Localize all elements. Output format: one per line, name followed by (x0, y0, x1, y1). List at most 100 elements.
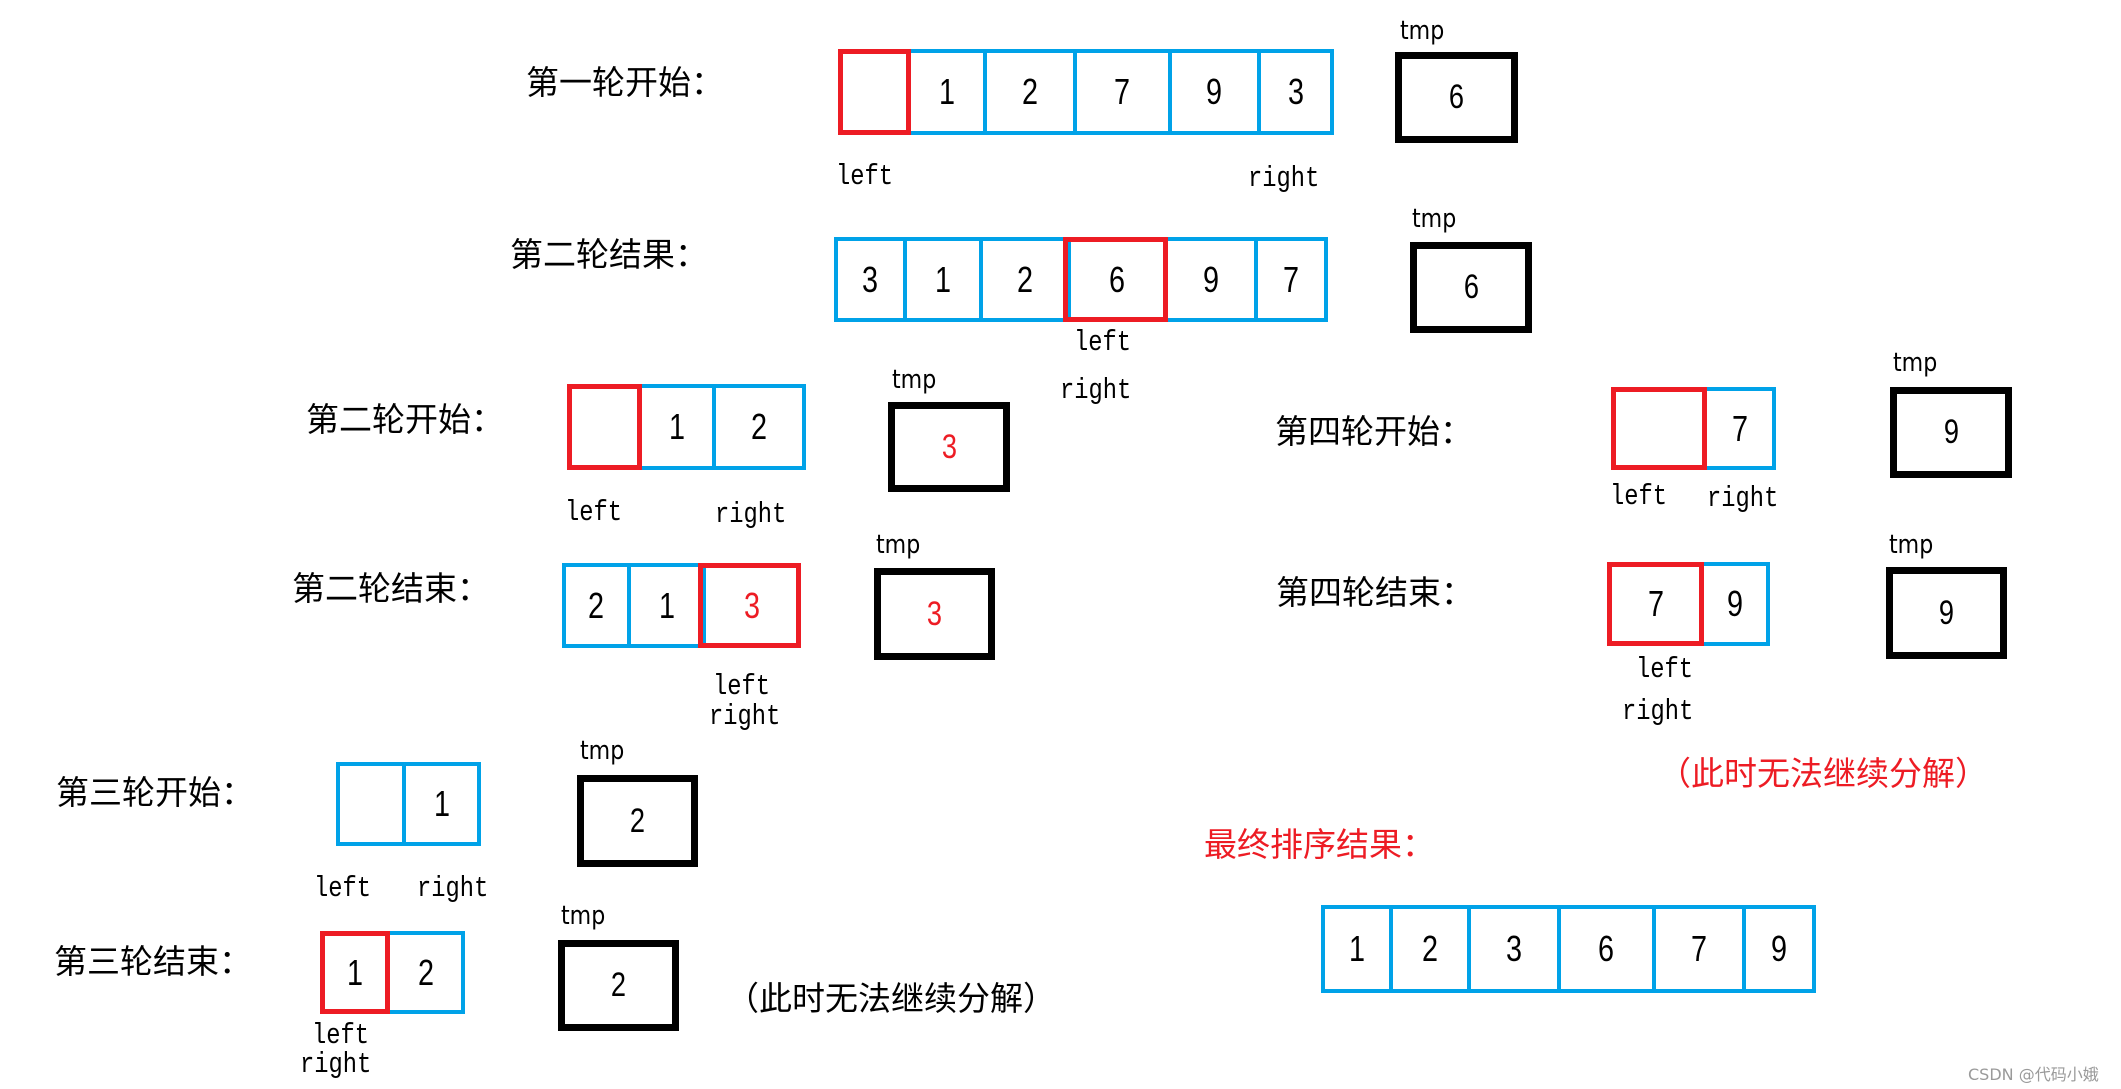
array-cell: 9 (1163, 241, 1255, 318)
right-pointer: right (715, 498, 787, 531)
tmp-box: 2 (558, 940, 679, 1031)
step-label: 第二轮结束： (292, 569, 490, 608)
cell-value: 3 (862, 258, 879, 300)
cell-value: 2 (1016, 258, 1033, 300)
cell-value: 7 (1731, 407, 1748, 449)
left-pointer: left (713, 670, 771, 703)
step-label: 第一轮开始： (526, 63, 724, 102)
array-cell: 2 (978, 241, 1068, 318)
array-cell-highlighted (838, 49, 911, 135)
step-label: 第四轮结束： (1276, 573, 1474, 612)
tmp-box: 6 (1395, 52, 1518, 143)
tmp-box: 9 (1886, 567, 2007, 659)
final-array-cell: 3 (1466, 909, 1558, 989)
final-array-cell: 1 (1325, 909, 1389, 989)
tmp-value: 2 (610, 966, 627, 1004)
cell-value: 1 (934, 258, 951, 300)
step-label: 第三轮结束： (54, 942, 252, 981)
array-cell (340, 766, 402, 842)
right-pointer: right (417, 872, 489, 905)
cell-value: 1 (668, 406, 685, 447)
tmp-label: tmp (1412, 204, 1457, 234)
array-cell: 2 (386, 935, 461, 1010)
left-pointer: left (1610, 480, 1668, 513)
final-array: 1 2 3 6 7 9 (1321, 905, 1816, 993)
array-cell-highlighted: 1 (319, 931, 391, 1014)
cell-value: 2 (751, 406, 768, 447)
array-cell: 3 (838, 241, 903, 318)
tmp-label: tmp (561, 901, 606, 931)
tmp-label: tmp (892, 365, 937, 395)
step-label: 第二轮开始： (306, 400, 504, 439)
left-pointer: left (836, 160, 894, 193)
step-label: 第四轮开始： (1275, 412, 1473, 451)
tmp-label: tmp (580, 736, 625, 766)
tmp-box: 6 (1410, 242, 1532, 333)
array: 1 (336, 762, 481, 846)
left-pointer: left (314, 872, 372, 905)
right-pointer: right (709, 700, 781, 733)
tmp-value: 6 (1448, 78, 1465, 116)
tmp-box: 9 (1890, 387, 2012, 478)
cell-value: 1 (1348, 928, 1365, 969)
tmp-value: 6 (1463, 268, 1479, 306)
cell-value: 9 (1771, 928, 1788, 969)
final-array-cell: 6 (1557, 909, 1651, 989)
array-cell: 1 (637, 388, 712, 466)
array-cell: 2 (566, 567, 627, 644)
right-pointer: right (300, 1048, 372, 1081)
cell-value: 9 (1202, 258, 1219, 300)
cell-value: 3 (743, 584, 760, 626)
array: 7 (1610, 387, 1776, 470)
note-cannot-split: （此时无法继续分解） (1658, 754, 1988, 793)
cell-value: 2 (1421, 928, 1438, 969)
final-array-cell: 9 (1742, 909, 1812, 989)
cell-value: 6 (1598, 928, 1615, 969)
array-cell: 1 (902, 241, 979, 318)
cell-value: 1 (658, 584, 675, 626)
tmp-box: 3 (874, 568, 995, 660)
step-label: 第二轮结果： (510, 235, 708, 274)
cell-value: 3 (1287, 71, 1304, 112)
cell-value: 2 (1021, 71, 1038, 112)
array-cell: 1 (626, 567, 702, 644)
array-cell: 7 (1703, 391, 1772, 466)
tmp-value: 3 (941, 427, 957, 466)
cell-value: 9 (1727, 583, 1744, 624)
watermark: CSDN @代码小娥 (1968, 1065, 2099, 1084)
cell-value: 2 (417, 951, 434, 993)
cell-value: 2 (588, 584, 605, 626)
array-cell: 2 (712, 388, 802, 466)
cell-value: 9 (1206, 71, 1223, 112)
array-cell: 7 (1254, 241, 1324, 318)
array: 12 (567, 384, 806, 470)
right-pointer: right (1707, 482, 1779, 515)
left-pointer: left (312, 1019, 370, 1052)
array-cell: 1 (402, 766, 477, 842)
array: 1 2 7 9 3 (838, 49, 1334, 135)
cell-value: 7 (1647, 583, 1664, 624)
tmp-label: tmp (1400, 16, 1445, 46)
left-pointer: left (565, 496, 623, 529)
tmp-label: tmp (1893, 348, 1938, 378)
left-pointer: left (1074, 326, 1132, 359)
right-pointer: right (1060, 374, 1132, 407)
cell-value: 1 (347, 951, 364, 993)
tmp-box: 2 (577, 775, 698, 867)
left-pointer: left (1636, 653, 1694, 686)
tmp-label: tmp (876, 530, 921, 560)
tmp-box: 3 (888, 402, 1010, 492)
cell-value: 1 (938, 71, 955, 112)
final-array-cell: 7 (1651, 909, 1743, 989)
array-cell: 1 (906, 53, 983, 131)
cell-value: 7 (1283, 258, 1300, 300)
array: 12 (319, 931, 465, 1014)
tmp-value: 3 (926, 594, 943, 633)
tmp-value: 9 (1943, 413, 1959, 451)
array: 2 1 3 (562, 563, 801, 648)
cell-value: 7 (1690, 928, 1707, 969)
note-cannot-split: （此时无法继续分解） (726, 979, 1056, 1018)
final-array-cell: 2 (1388, 909, 1467, 989)
tmp-value: 2 (629, 801, 646, 840)
array: 3 1 2 6 9 7 (834, 237, 1328, 322)
